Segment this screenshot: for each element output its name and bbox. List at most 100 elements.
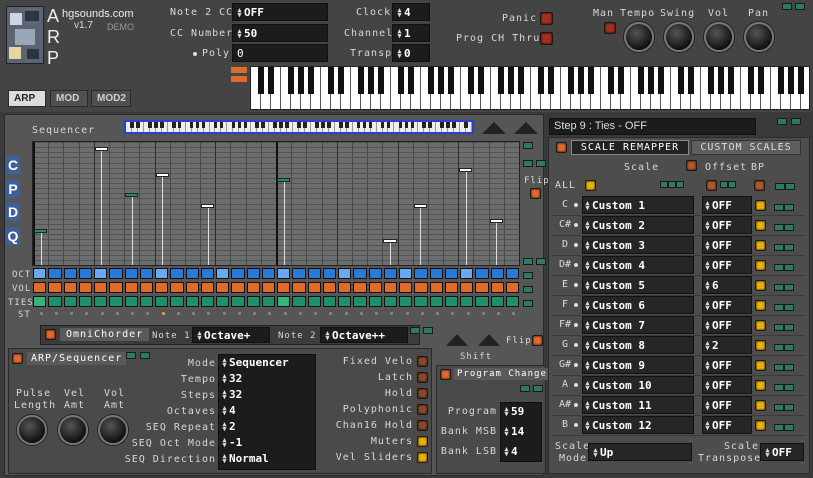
arpseq-toggle-button[interactable] <box>417 356 428 367</box>
piano-black-key[interactable] <box>727 67 735 94</box>
ties-step[interactable] <box>200 296 214 307</box>
oct-step[interactable] <box>185 268 199 279</box>
program-row-select[interactable]: ▲ ▼ 59 <box>502 405 540 420</box>
oct-step[interactable] <box>307 268 321 279</box>
bp-toggle[interactable] <box>755 320 766 331</box>
p-button[interactable]: P <box>6 180 20 198</box>
oct-step[interactable] <box>460 268 474 279</box>
ties-step[interactable] <box>292 296 306 307</box>
vol-step[interactable] <box>322 282 336 293</box>
oct-step[interactable] <box>94 268 108 279</box>
row-side-buttons[interactable] <box>774 261 804 271</box>
ties-step[interactable] <box>322 296 336 307</box>
piano-black-key[interactable] <box>637 67 645 94</box>
all-offset-toggle[interactable] <box>706 180 717 191</box>
seq-side-btn-1[interactable] <box>523 142 533 149</box>
piano-black-key[interactable] <box>287 67 295 94</box>
all-bp-toggle[interactable] <box>754 180 765 191</box>
oct-step[interactable] <box>429 268 443 279</box>
arpseq-toggle-button[interactable] <box>417 436 428 447</box>
offset-row-select[interactable]: ▲ ▼ 2 <box>702 336 752 354</box>
ties-step[interactable] <box>216 296 230 307</box>
piano-black-key[interactable] <box>367 67 375 94</box>
piano-black-key[interactable] <box>567 67 575 94</box>
oct-step[interactable] <box>490 268 504 279</box>
scale-row-select[interactable]: ▲ ▼ Custom 7 <box>582 316 694 334</box>
arpseq-toggle-button[interactable] <box>417 404 428 415</box>
piano-black-key[interactable] <box>507 67 515 94</box>
clock-select[interactable]: ▲ ▼ 4 <box>392 3 430 21</box>
window-toggle-a[interactable] <box>782 3 792 10</box>
vol-step[interactable] <box>48 282 62 293</box>
piano-black-key[interactable] <box>337 67 345 94</box>
offset-row-select[interactable]: ▲ ▼ OFF <box>702 296 752 314</box>
sequencer-range-keyboard[interactable] <box>124 120 474 134</box>
oct-step[interactable] <box>414 268 428 279</box>
man-tempo-toggle[interactable] <box>604 22 616 34</box>
arpseq-param-select[interactable]: ▲ ▼ 2 <box>220 420 314 435</box>
piano-black-key[interactable] <box>617 67 625 94</box>
vol-step[interactable] <box>78 282 92 293</box>
vol-step[interactable] <box>307 282 321 293</box>
row-side-buttons[interactable] <box>774 341 804 351</box>
poly-field[interactable]: 0 <box>232 44 328 62</box>
piano-black-key[interactable] <box>467 67 475 94</box>
vol-step[interactable] <box>246 282 260 293</box>
piano-black-key[interactable] <box>267 67 275 94</box>
seq-side-btn-4[interactable] <box>523 258 533 265</box>
ties-step[interactable] <box>33 296 47 307</box>
row-side-buttons[interactable] <box>774 241 804 251</box>
ties-step[interactable] <box>63 296 77 307</box>
bp-toggle[interactable] <box>755 380 766 391</box>
scale-row-select[interactable]: ▲ ▼ Custom 11 <box>582 396 694 414</box>
bp-toggle[interactable] <box>755 420 766 431</box>
status-btn-2[interactable] <box>791 118 801 125</box>
piano-black-key[interactable] <box>397 67 405 94</box>
oct-step[interactable] <box>261 268 275 279</box>
program-toggle[interactable] <box>440 369 451 380</box>
oct-step[interactable] <box>48 268 62 279</box>
piano-black-key[interactable] <box>577 67 585 94</box>
tab-custom-scales[interactable]: Custom Scales <box>691 140 801 155</box>
row-side-buttons[interactable] <box>774 321 804 331</box>
program-side-btn-1[interactable] <box>520 385 530 392</box>
oct-step[interactable] <box>170 268 184 279</box>
scale-mode-select[interactable]: ▲ ▼ Up <box>588 443 692 461</box>
ties-step[interactable] <box>429 296 443 307</box>
piano-black-key[interactable] <box>677 67 685 94</box>
flip2-toggle[interactable] <box>532 335 543 346</box>
tempo-knob[interactable] <box>624 22 654 52</box>
ties-step[interactable] <box>490 296 504 307</box>
piano-black-key[interactable] <box>297 67 305 94</box>
offset-row-select[interactable]: ▲ ▼ OFF <box>702 216 752 234</box>
c-button[interactable]: C <box>6 156 20 174</box>
note2-select[interactable]: ▲ ▼ Octave++ <box>320 327 408 343</box>
piano-black-key[interactable] <box>327 67 335 94</box>
vol-step[interactable] <box>94 282 108 293</box>
vol-step[interactable] <box>261 282 275 293</box>
oct-step[interactable] <box>368 268 382 279</box>
flip-toggle[interactable] <box>530 188 541 199</box>
scroll-right-arrow-icon[interactable] <box>514 122 538 134</box>
vol-amt-knob[interactable] <box>98 415 128 445</box>
d-button[interactable]: D <box>6 203 20 221</box>
arpseq-toggle-button[interactable] <box>417 452 428 463</box>
oct-step[interactable] <box>292 268 306 279</box>
oct-step[interactable] <box>322 268 336 279</box>
arpseq-side-btn-1[interactable] <box>126 352 136 359</box>
offset-row-select[interactable]: ▲ ▼ OFF <box>702 376 752 394</box>
shift-right-arrow-icon[interactable] <box>478 334 500 346</box>
omni-side-btn-1[interactable] <box>410 327 420 334</box>
ties-step[interactable] <box>185 296 199 307</box>
channel-select[interactable]: ▲ ▼ 1 <box>392 24 430 42</box>
oct-step[interactable] <box>277 268 291 279</box>
offset-row-select[interactable]: ▲ ▼ OFF <box>702 396 752 414</box>
oct-step[interactable] <box>124 268 138 279</box>
piano-black-key[interactable] <box>587 67 595 94</box>
arpseq-param-select[interactable]: ▲ ▼ 32 <box>220 372 314 387</box>
pulse-length-knob[interactable] <box>17 415 47 445</box>
oct-step[interactable] <box>505 268 519 279</box>
bp-toggle[interactable] <box>755 280 766 291</box>
scale-transpose-select[interactable]: ▲ ▼ OFF <box>760 443 804 461</box>
ties-step[interactable] <box>399 296 413 307</box>
